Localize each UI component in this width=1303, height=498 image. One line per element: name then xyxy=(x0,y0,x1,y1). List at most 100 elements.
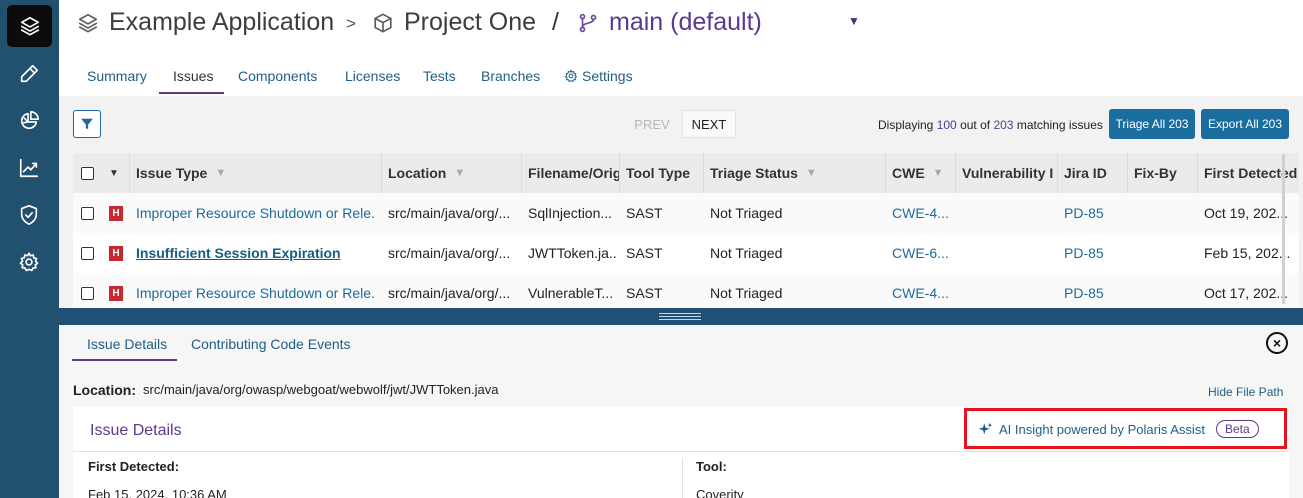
col-cwe[interactable]: CWE ▼ xyxy=(885,153,955,193)
card-divider xyxy=(73,451,1289,452)
triage-all-button[interactable]: Triage All 203 xyxy=(1109,109,1195,139)
app-name: Example Application xyxy=(109,8,335,36)
severity-badge: H xyxy=(109,193,123,233)
breadcrumb-separator: > xyxy=(346,14,356,33)
col-vulnerability[interactable]: Vulnerability I xyxy=(955,153,1057,193)
layers-icon xyxy=(20,16,39,36)
layers-icon xyxy=(78,13,98,33)
tab-contributing-code-events[interactable]: Contributing Code Events xyxy=(191,336,351,352)
tab-issue-details[interactable]: Issue Details xyxy=(87,336,167,352)
tab-components[interactable]: Components xyxy=(238,68,317,84)
table-row[interactable]: H Improper Resource Shutdown or Rele... … xyxy=(73,273,1299,313)
col-fix-by[interactable]: Fix-By xyxy=(1127,153,1197,193)
location-label: Location: xyxy=(73,382,136,398)
filename-cell: JWTToken.ja... xyxy=(528,245,616,261)
pie-chart-icon xyxy=(20,111,39,130)
shield-check-icon xyxy=(20,205,38,225)
filename-cell: SqlInjection... xyxy=(528,205,613,221)
beta-badge: Beta xyxy=(1215,420,1259,438)
location-cell: src/main/java/org/... xyxy=(388,205,511,221)
issue-type-link[interactable]: Improper Resource Shutdown or Rele... xyxy=(136,273,376,313)
tab-issues[interactable]: Issues xyxy=(173,68,213,84)
location-cell: src/main/java/org/... xyxy=(388,285,511,301)
nav-layers[interactable] xyxy=(7,5,52,47)
drag-grip-icon xyxy=(659,313,701,320)
nav-shield[interactable] xyxy=(6,195,52,235)
nav-pie-chart[interactable] xyxy=(6,101,52,141)
active-detail-tab-indicator xyxy=(72,359,177,361)
col-filename[interactable]: Filename/Orig xyxy=(521,153,619,193)
cwe-link[interactable]: CWE-4... xyxy=(892,193,949,233)
col-jira-id[interactable]: Jira ID xyxy=(1057,153,1127,193)
ai-insight-highlight: AI Insight powered by Polaris Assist Bet… xyxy=(964,408,1287,449)
breadcrumb-project[interactable]: Project One xyxy=(372,8,536,37)
filename-cell: VulnerableT... xyxy=(528,285,614,301)
ai-insight-button[interactable]: AI Insight powered by Polaris Assist Bet… xyxy=(978,420,1259,438)
next-page-button[interactable]: NEXT xyxy=(682,110,736,138)
issue-type-link[interactable]: Insufficient Session Expiration xyxy=(136,233,376,273)
tool-label: Tool: xyxy=(696,459,727,474)
severity-badge: H xyxy=(109,273,123,313)
cube-icon xyxy=(374,12,392,33)
tool-type-cell: SAST xyxy=(626,245,663,261)
first-detected-label: First Detected: xyxy=(88,459,180,474)
table-header: ▼ Issue Type ▼ Location ▼ Filename/Orig To… xyxy=(73,153,1299,193)
tool-value: Coverity xyxy=(696,487,744,498)
prev-page-button[interactable]: PREV xyxy=(626,110,678,138)
tab-branches[interactable]: Branches xyxy=(481,68,540,84)
export-all-button[interactable]: Export All 203 xyxy=(1201,109,1289,139)
tab-summary[interactable]: Summary xyxy=(87,68,147,84)
col-location[interactable]: Location ▼ xyxy=(381,153,521,193)
result-count: Displaying 100 out of 203 matching issue… xyxy=(878,118,1103,132)
detail-tabs: Issue Details Contributing Code Events × xyxy=(59,325,1303,362)
branch-name: main (default) xyxy=(609,8,762,36)
table-row[interactable]: H Insufficient Session Expiration src/ma… xyxy=(73,233,1299,273)
filter-icon xyxy=(81,118,93,130)
row-checkbox[interactable] xyxy=(81,193,94,233)
tool-type-cell: SAST xyxy=(626,205,663,221)
issues-panel: PREV NEXT Displaying 100 out of 203 matc… xyxy=(59,96,1303,313)
severity-badge: H xyxy=(109,233,123,273)
jira-link[interactable]: PD-85 xyxy=(1064,273,1104,313)
cwe-link[interactable]: CWE-6... xyxy=(892,233,949,273)
tab-licenses[interactable]: Licenses xyxy=(345,68,400,84)
col-tool-type[interactable]: Tool Type xyxy=(619,153,703,193)
close-icon[interactable]: × xyxy=(1266,332,1288,354)
tool-type-cell: SAST xyxy=(626,285,663,301)
table-scrollbar[interactable] xyxy=(1282,154,1285,304)
location-path: src/main/java/org/owasp/webgoat/webwolf/… xyxy=(143,382,499,397)
project-name: Project One xyxy=(404,8,537,36)
jira-link[interactable]: PD-85 xyxy=(1064,193,1104,233)
panel-resize-handle[interactable] xyxy=(59,308,1303,325)
tab-settings[interactable]: Settings xyxy=(564,68,633,84)
issue-details-title: Issue Details xyxy=(90,422,182,439)
ai-insight-label: AI Insight powered by Polaris Assist xyxy=(999,421,1205,437)
row-checkbox[interactable] xyxy=(81,273,94,313)
sparkle-icon xyxy=(978,422,993,434)
first-detected-value: Feb 15, 2024, 10:36 AM xyxy=(88,487,227,498)
header-menu-caret[interactable]: ▼ xyxy=(103,153,129,193)
branch-selector[interactable]: main (default) xyxy=(577,8,762,37)
breadcrumb-app[interactable]: Example Application xyxy=(77,8,334,37)
hide-file-path-link[interactable]: Hide File Path xyxy=(1208,385,1283,399)
cwe-link[interactable]: CWE-4... xyxy=(892,273,949,313)
gear-icon xyxy=(564,69,578,83)
jira-link[interactable]: PD-85 xyxy=(1064,233,1104,273)
col-issue-type[interactable]: Issue Type ▼ xyxy=(129,153,381,193)
triage-status-cell: Not Triaged xyxy=(710,245,783,261)
project-tabs: Summary Issues Components Licenses Tests… xyxy=(59,58,1303,96)
col-triage-status[interactable]: Triage Status ▼ xyxy=(703,153,885,193)
nav-settings[interactable] xyxy=(6,242,52,282)
filter-button[interactable] xyxy=(73,110,101,138)
select-all-checkbox[interactable] xyxy=(73,153,103,193)
ruler-pencil-icon xyxy=(20,64,39,83)
tab-tests[interactable]: Tests xyxy=(423,68,456,84)
location-cell: src/main/java/org/... xyxy=(388,245,511,261)
nav-ruler-pencil[interactable] xyxy=(6,54,52,94)
branch-dropdown-caret[interactable]: ▼ xyxy=(848,14,860,28)
tab-settings-label: Settings xyxy=(582,68,633,84)
row-checkbox[interactable] xyxy=(81,233,94,273)
table-row[interactable]: H Improper Resource Shutdown or Rele... … xyxy=(73,193,1299,233)
issue-type-link[interactable]: Improper Resource Shutdown or Rele... xyxy=(136,193,376,233)
nav-trend-chart[interactable] xyxy=(6,148,52,188)
